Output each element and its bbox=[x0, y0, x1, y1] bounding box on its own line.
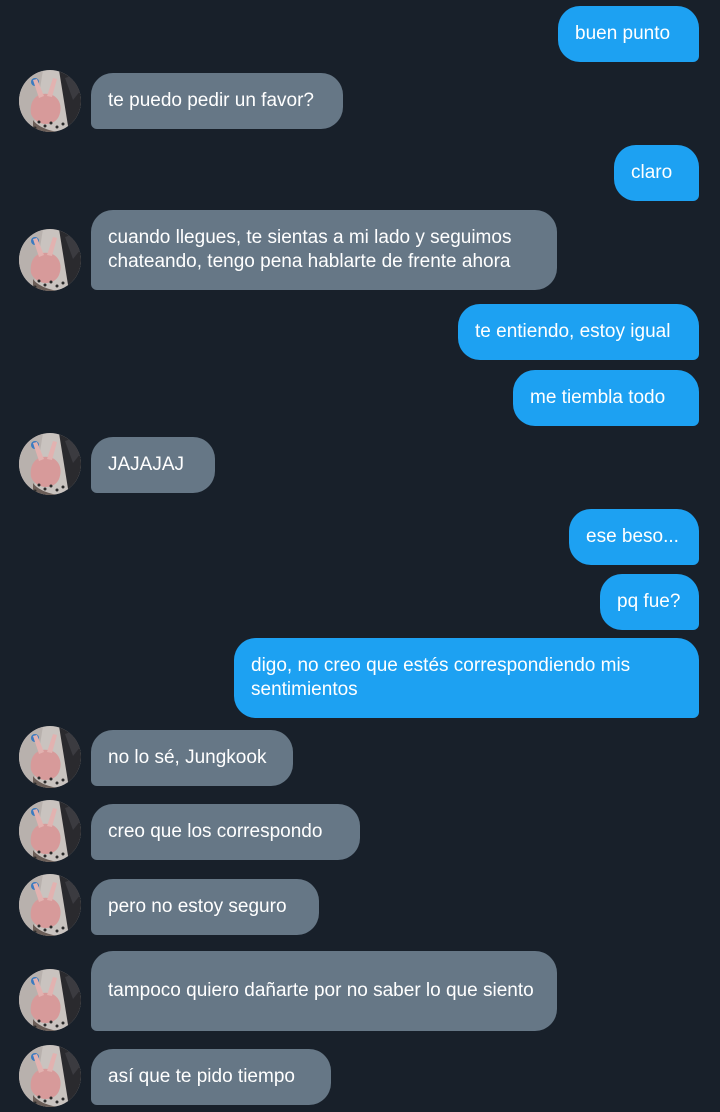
contact-avatar-photo-icon bbox=[19, 229, 81, 291]
message-bubble-outgoing[interactable]: buen punto bbox=[558, 6, 699, 62]
contact-avatar[interactable] bbox=[19, 1045, 81, 1107]
contact-avatar-photo-icon bbox=[19, 800, 81, 862]
message-text: digo, no creo que estés correspondiendo … bbox=[251, 655, 631, 700]
message-bubble-incoming[interactable]: cuando llegues, te sientas a mi lado y s… bbox=[91, 210, 557, 290]
message-bubble-incoming[interactable]: creo que los correspondo bbox=[91, 804, 360, 860]
message-text: tampoco quiero dañarte por no saber lo q… bbox=[108, 980, 534, 1001]
message-text: pq fue? bbox=[617, 591, 681, 612]
message-bubble-outgoing[interactable]: me tiembla todo bbox=[513, 370, 699, 426]
contact-avatar[interactable] bbox=[19, 969, 81, 1031]
message-bubble-incoming[interactable]: pero no estoy seguro bbox=[91, 879, 319, 935]
message-bubble-incoming[interactable]: así que te pido tiempo bbox=[91, 1049, 331, 1105]
message-bubble-incoming[interactable]: no lo sé, Jungkook bbox=[91, 730, 293, 786]
message-text: JAJAJAJ bbox=[108, 454, 185, 475]
message-bubble-incoming[interactable]: tampoco quiero dañarte por no saber lo q… bbox=[91, 951, 557, 1031]
message-bubble-incoming[interactable]: te puedo pedir un favor? bbox=[91, 73, 343, 129]
message-bubble-outgoing[interactable]: ese beso... bbox=[569, 509, 699, 565]
contact-avatar[interactable] bbox=[19, 800, 81, 862]
contact-avatar-photo-icon bbox=[19, 1045, 81, 1107]
contact-avatar-photo-icon bbox=[19, 874, 81, 936]
message-text: te puedo pedir un favor? bbox=[108, 90, 314, 111]
chat-thread: buen punto te puedo pedir un favor? clar… bbox=[0, 0, 720, 1112]
message-text: buen punto bbox=[575, 23, 671, 44]
contact-avatar[interactable] bbox=[19, 70, 81, 132]
contact-avatar[interactable] bbox=[19, 726, 81, 788]
message-bubble-outgoing[interactable]: te entiendo, estoy igual bbox=[458, 304, 699, 360]
contact-avatar-photo-icon bbox=[19, 969, 81, 1031]
message-bubble-outgoing[interactable]: pq fue? bbox=[600, 574, 699, 630]
message-bubble-outgoing[interactable]: claro bbox=[614, 145, 699, 201]
message-text: claro bbox=[631, 162, 673, 183]
contact-avatar-photo-icon bbox=[19, 433, 81, 495]
message-text: pero no estoy seguro bbox=[108, 896, 287, 917]
message-text: te entiendo, estoy igual bbox=[475, 321, 671, 342]
contact-avatar-photo-icon bbox=[19, 70, 81, 132]
message-text: ese beso... bbox=[586, 526, 679, 547]
message-bubble-outgoing[interactable]: digo, no creo que estés correspondiendo … bbox=[234, 638, 699, 718]
message-text: no lo sé, Jungkook bbox=[108, 747, 267, 768]
contact-avatar-photo-icon bbox=[19, 726, 81, 788]
contact-avatar[interactable] bbox=[19, 433, 81, 495]
message-text: creo que los correspondo bbox=[108, 821, 323, 842]
contact-avatar[interactable] bbox=[19, 229, 81, 291]
message-text: cuando llegues, te sientas a mi lado y s… bbox=[108, 227, 512, 272]
message-text: me tiembla todo bbox=[530, 387, 666, 408]
message-text: así que te pido tiempo bbox=[108, 1066, 295, 1087]
contact-avatar[interactable] bbox=[19, 874, 81, 936]
message-bubble-incoming[interactable]: JAJAJAJ bbox=[91, 437, 215, 493]
